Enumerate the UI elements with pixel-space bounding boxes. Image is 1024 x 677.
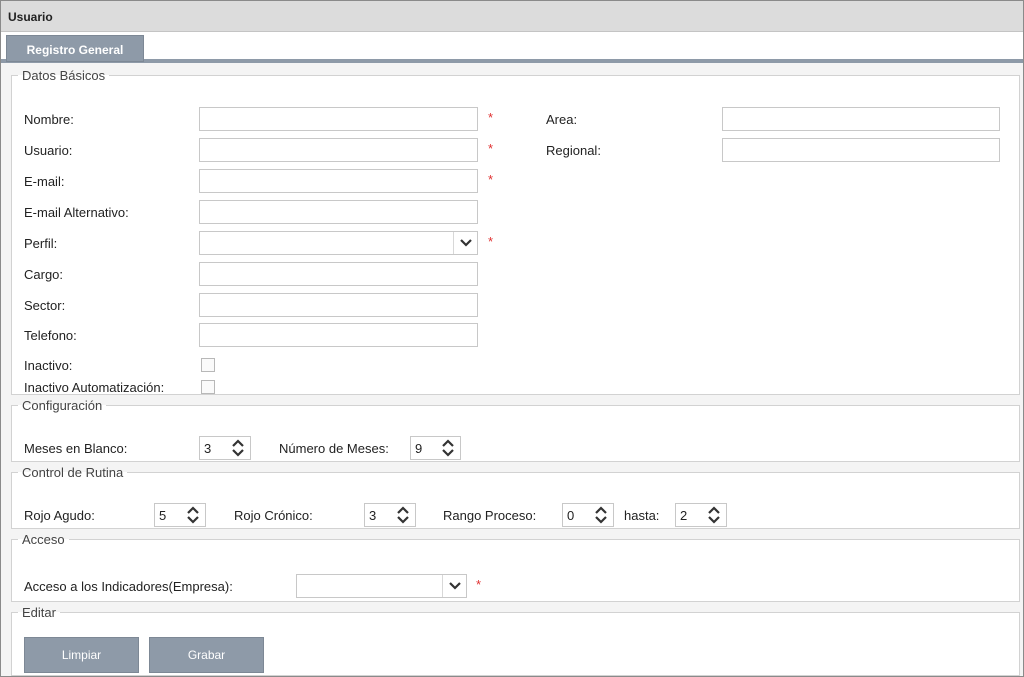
meses-blanco-label: Meses en Blanco: xyxy=(24,441,128,456)
grabar-button[interactable]: Grabar xyxy=(149,637,264,673)
perfil-label: Perfil: xyxy=(24,236,58,251)
form-content: Datos Básicos Nombre: * Area: Usuario: *… xyxy=(1,63,1023,676)
email-input[interactable] xyxy=(199,169,478,193)
rango-proceso-value: 0 xyxy=(567,508,575,523)
acceso-legend: Acceso xyxy=(22,532,65,547)
stepper-arrows-icon[interactable] xyxy=(391,504,415,526)
regional-label: Regional: xyxy=(546,143,601,158)
window-title: Usuario xyxy=(1,1,1023,32)
acceso-indicadores-select[interactable] xyxy=(296,574,467,598)
numero-meses-value: 9 xyxy=(415,441,423,456)
usuario-window: Usuario Registro General Datos Básicos N… xyxy=(0,0,1024,677)
rojo-cronico-label: Rojo Crónico: xyxy=(234,508,313,523)
stepper-arrows-icon[interactable] xyxy=(181,504,205,526)
datos-basicos-section: Datos Básicos Nombre: * Area: Usuario: *… xyxy=(11,68,1020,395)
stepper-arrows-icon[interactable] xyxy=(436,437,460,459)
nombre-required-mark: * xyxy=(488,110,494,125)
configuracion-section: Configuración Meses en Blanco: 3 Número … xyxy=(11,398,1020,462)
tab-strip: Registro General xyxy=(1,32,1023,63)
rango-proceso-stepper[interactable]: 0 xyxy=(562,503,614,527)
rango-proceso-label: Rango Proceso: xyxy=(443,508,537,523)
control-rutina-legend: Control de Rutina xyxy=(22,465,124,480)
hasta-stepper[interactable]: 2 xyxy=(675,503,727,527)
sector-input[interactable] xyxy=(199,293,478,317)
perfil-required-mark: * xyxy=(488,234,494,249)
telefono-label: Telefono: xyxy=(24,328,77,343)
inactivo-automatizacion-label: Inactivo Automatización: xyxy=(24,380,165,395)
email-label: E-mail: xyxy=(24,174,65,189)
email-required-mark: * xyxy=(488,172,494,187)
inactivo-checkbox[interactable] xyxy=(201,358,215,372)
inactivo-automatizacion-checkbox[interactable] xyxy=(201,380,215,394)
area-label: Area: xyxy=(546,112,578,127)
stepper-arrows-icon[interactable] xyxy=(589,504,613,526)
perfil-select[interactable] xyxy=(199,231,478,255)
acceso-required-mark: * xyxy=(476,577,482,592)
inactivo-label: Inactivo: xyxy=(24,358,73,373)
editar-legend: Editar xyxy=(22,605,56,620)
stepper-arrows-icon[interactable] xyxy=(226,437,250,459)
acceso-section: Acceso Acceso a los Indicadores(Empresa)… xyxy=(11,532,1020,602)
stepper-arrows-icon[interactable] xyxy=(702,504,726,526)
tab-registro-general[interactable]: Registro General xyxy=(6,35,144,62)
rojo-agudo-value: 5 xyxy=(159,508,167,523)
cargo-input[interactable] xyxy=(199,262,478,286)
area-input[interactable] xyxy=(722,107,1000,131)
numero-meses-stepper[interactable]: 9 xyxy=(410,436,461,460)
rojo-cronico-value: 3 xyxy=(369,508,377,523)
chevron-down-icon[interactable] xyxy=(442,575,466,597)
sector-label: Sector: xyxy=(24,298,66,313)
control-rutina-section: Control de Rutina Rojo Agudo: 5 Rojo Cró… xyxy=(11,465,1020,529)
email-alternativo-label: E-mail Alternativo: xyxy=(24,205,129,220)
chevron-down-icon[interactable] xyxy=(453,232,477,254)
regional-input[interactable] xyxy=(722,138,1000,162)
rojo-agudo-label: Rojo Agudo: xyxy=(24,508,95,523)
datos-basicos-legend: Datos Básicos xyxy=(22,68,106,83)
configuracion-legend: Configuración xyxy=(22,398,103,413)
acceso-indicadores-label: Acceso a los Indicadores(Empresa): xyxy=(24,579,233,594)
numero-meses-label: Número de Meses: xyxy=(279,441,389,456)
hasta-label: hasta: xyxy=(624,508,660,523)
nombre-input[interactable] xyxy=(199,107,478,131)
limpiar-button[interactable]: Limpiar xyxy=(24,637,139,673)
usuario-required-mark: * xyxy=(488,141,494,156)
rojo-cronico-stepper[interactable]: 3 xyxy=(364,503,416,527)
rojo-agudo-stepper[interactable]: 5 xyxy=(154,503,206,527)
nombre-label: Nombre: xyxy=(24,112,74,127)
meses-blanco-value: 3 xyxy=(204,441,212,456)
usuario-label: Usuario: xyxy=(24,143,73,158)
editar-section: Editar Limpiar Grabar xyxy=(11,605,1020,676)
hasta-value: 2 xyxy=(680,508,688,523)
email-alternativo-input[interactable] xyxy=(199,200,478,224)
telefono-input[interactable] xyxy=(199,323,478,347)
cargo-label: Cargo: xyxy=(24,267,64,282)
usuario-input[interactable] xyxy=(199,138,478,162)
meses-blanco-stepper[interactable]: 3 xyxy=(199,436,251,460)
